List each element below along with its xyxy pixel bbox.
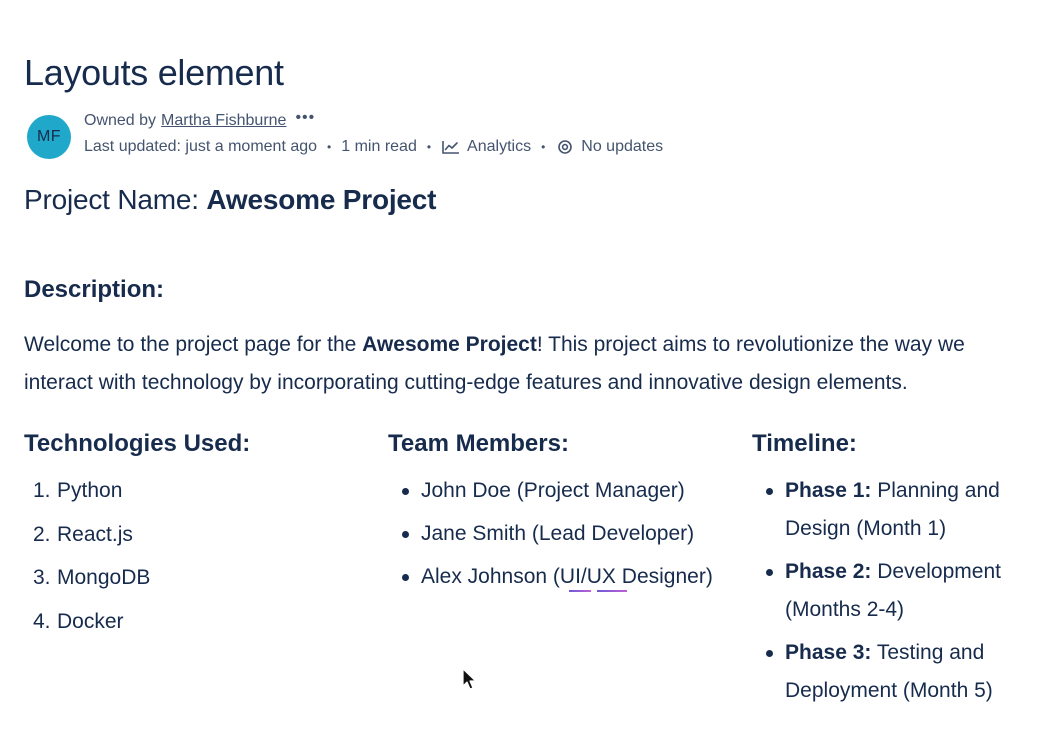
list-item: John Doe (Project Manager) bbox=[388, 472, 718, 510]
project-name-prefix: Project Name: bbox=[24, 184, 207, 215]
analytics-label: Analytics bbox=[467, 138, 532, 155]
technologies-column: Technologies Used: 1. Python 2. React.js 3… bbox=[24, 430, 354, 643]
timeline-list: Phase 1: Planning and Design (Month 1) P… bbox=[752, 472, 1022, 710]
description-text: Welcome to the project page for the Awes… bbox=[24, 326, 1034, 402]
technologies-heading: Technologies Used: bbox=[24, 430, 251, 457]
description-text-before: Welcome to the project page for the bbox=[24, 333, 363, 356]
avatar[interactable]: MF bbox=[27, 115, 71, 159]
list-item-prefix: Alex Johnson ( bbox=[421, 565, 560, 588]
description-bold: Awesome Project bbox=[362, 333, 537, 356]
list-item: 3. MongoDB bbox=[24, 556, 354, 600]
list-item: Alex Johnson (UI/UX Designer) bbox=[388, 558, 718, 596]
list-number: 4. bbox=[33, 609, 51, 633]
project-name: Awesome Project bbox=[206, 184, 437, 215]
list-item-label: Python bbox=[57, 479, 123, 502]
list-item: Phase 2: Development (Months 2-4) bbox=[752, 553, 1022, 629]
list-number: 2. bbox=[33, 522, 51, 546]
read-time: 1 min read bbox=[341, 138, 417, 155]
description-heading: Description: bbox=[24, 276, 165, 303]
page-meta-line: Last updated: just a moment ago • 1 min … bbox=[84, 138, 663, 156]
more-actions-icon[interactable]: ••• bbox=[295, 109, 315, 127]
team-column: Team Members: John Doe (Project Manager)… bbox=[388, 430, 718, 601]
phase-label: Phase 3: bbox=[785, 641, 872, 664]
updates-label: No updates bbox=[581, 138, 664, 155]
owner-link[interactable]: Martha Fishburne bbox=[161, 112, 286, 130]
list-item: 4. Docker bbox=[24, 600, 354, 644]
technologies-list: 1. Python 2. React.js 3. MongoDB 4. Docker bbox=[24, 469, 354, 643]
owner-line: Owned by Martha Fishburne ••• bbox=[84, 109, 315, 130]
separator-dot: • bbox=[426, 140, 432, 154]
watch-icon bbox=[555, 139, 575, 155]
phase-label: Phase 2: bbox=[785, 560, 872, 583]
spellcheck-underline bbox=[568, 590, 591, 592]
timeline-column: Timeline: Phase 1: Planning and Design (… bbox=[752, 430, 1022, 715]
updates-link[interactable]: No updates bbox=[555, 138, 663, 156]
last-updated[interactable]: Last updated: just a moment ago bbox=[84, 138, 317, 156]
team-heading: Team Members: bbox=[388, 430, 569, 457]
spellcheck-highlight[interactable]: UI/UX bbox=[559, 565, 627, 592]
list-item: 2. React.js bbox=[24, 513, 354, 557]
list-item: 1. Python bbox=[24, 469, 354, 513]
list-item-label: MongoDB bbox=[57, 566, 151, 589]
list-item: Phase 1: Planning and Design (Month 1) bbox=[752, 472, 1022, 548]
mouse-cursor-icon bbox=[462, 668, 478, 692]
list-item: Phase 3: Testing and Deployment (Month 5… bbox=[752, 634, 1022, 710]
list-number: 1. bbox=[33, 479, 51, 502]
list-item-suffix: Designer) bbox=[615, 565, 713, 588]
list-item-label: React.js bbox=[57, 522, 133, 546]
list-item-label: Docker bbox=[57, 609, 124, 633]
timeline-heading: Timeline: bbox=[752, 430, 857, 457]
list-number: 3. bbox=[33, 566, 51, 589]
owned-by-label: Owned by bbox=[84, 112, 157, 129]
analytics-link[interactable]: Analytics bbox=[441, 138, 531, 156]
page-title: Layouts element bbox=[24, 52, 284, 94]
separator-dot: • bbox=[541, 140, 546, 154]
byline: MF Owned by Martha Fishburne ••• Last up… bbox=[24, 109, 1024, 166]
phase-label: Phase 1: bbox=[785, 479, 872, 502]
list-item: Jane Smith (Lead Developer) bbox=[388, 515, 718, 553]
chart-line-icon bbox=[441, 139, 461, 155]
separator-dot: • bbox=[327, 140, 332, 154]
highlighted-text: UI/UX bbox=[559, 565, 616, 588]
spellcheck-underline bbox=[596, 590, 627, 592]
team-list: John Doe (Project Manager) Jane Smith (L… bbox=[388, 472, 718, 596]
project-name-heading: Project Name: Awesome Project bbox=[24, 184, 436, 216]
